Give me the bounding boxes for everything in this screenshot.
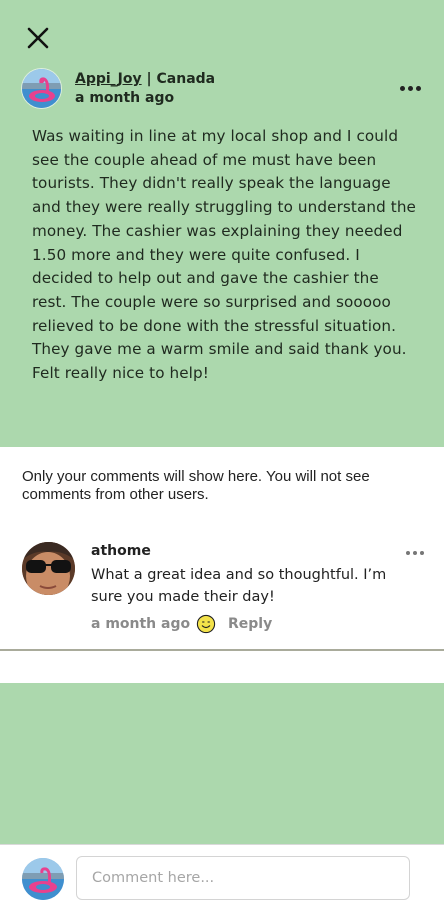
more-options-icon xyxy=(400,86,405,91)
comments-divider xyxy=(0,649,444,651)
current-user-avatar xyxy=(22,858,64,900)
commenter-avatar[interactable] xyxy=(22,542,75,595)
flamingo-avatar-image xyxy=(22,69,61,108)
post-timestamp: a month ago xyxy=(75,90,175,106)
comment-input[interactable] xyxy=(76,856,410,900)
face-avatar-image xyxy=(22,542,75,595)
more-options-icon xyxy=(420,551,424,555)
comment-more-options-button[interactable] xyxy=(404,550,426,556)
author-username-link[interactable]: Appi_Joy xyxy=(75,71,142,87)
post-author: Appi_Joy | Canada xyxy=(75,71,215,87)
post-header: Appi_Joy | Canada a month ago xyxy=(22,69,422,109)
more-options-icon xyxy=(406,551,410,555)
emoji-reaction-button[interactable] xyxy=(196,614,216,634)
close-icon xyxy=(27,27,49,49)
close-button[interactable] xyxy=(22,22,54,54)
more-options-icon xyxy=(416,86,421,91)
green-background-panel xyxy=(0,683,444,844)
comment-item: athome What a great idea and so thoughtf… xyxy=(0,530,444,650)
comments-notice: Only your comments will show here. You w… xyxy=(22,468,370,503)
comment-composer xyxy=(0,844,444,900)
more-options-icon xyxy=(408,86,413,91)
commenter-username[interactable]: athome xyxy=(91,543,151,559)
author-separator: | xyxy=(146,71,152,87)
comment-timestamp: a month ago xyxy=(91,616,191,632)
flamingo-avatar-image xyxy=(22,858,64,900)
more-options-icon xyxy=(413,551,417,555)
reply-button[interactable]: Reply xyxy=(228,616,272,632)
author-location: Canada xyxy=(156,71,216,87)
author-avatar[interactable] xyxy=(22,69,61,108)
post-card: Appi_Joy | Canada a month ago Was waitin… xyxy=(0,0,444,447)
smiley-emoji-icon xyxy=(196,614,216,634)
post-more-options-button[interactable] xyxy=(398,81,422,95)
comment-meta: a month ago Reply xyxy=(91,614,421,636)
comment-text: What a great idea and so thoughtful. I’m… xyxy=(91,567,387,605)
post-body-text: Was waiting in line at my local shop and… xyxy=(32,127,417,383)
